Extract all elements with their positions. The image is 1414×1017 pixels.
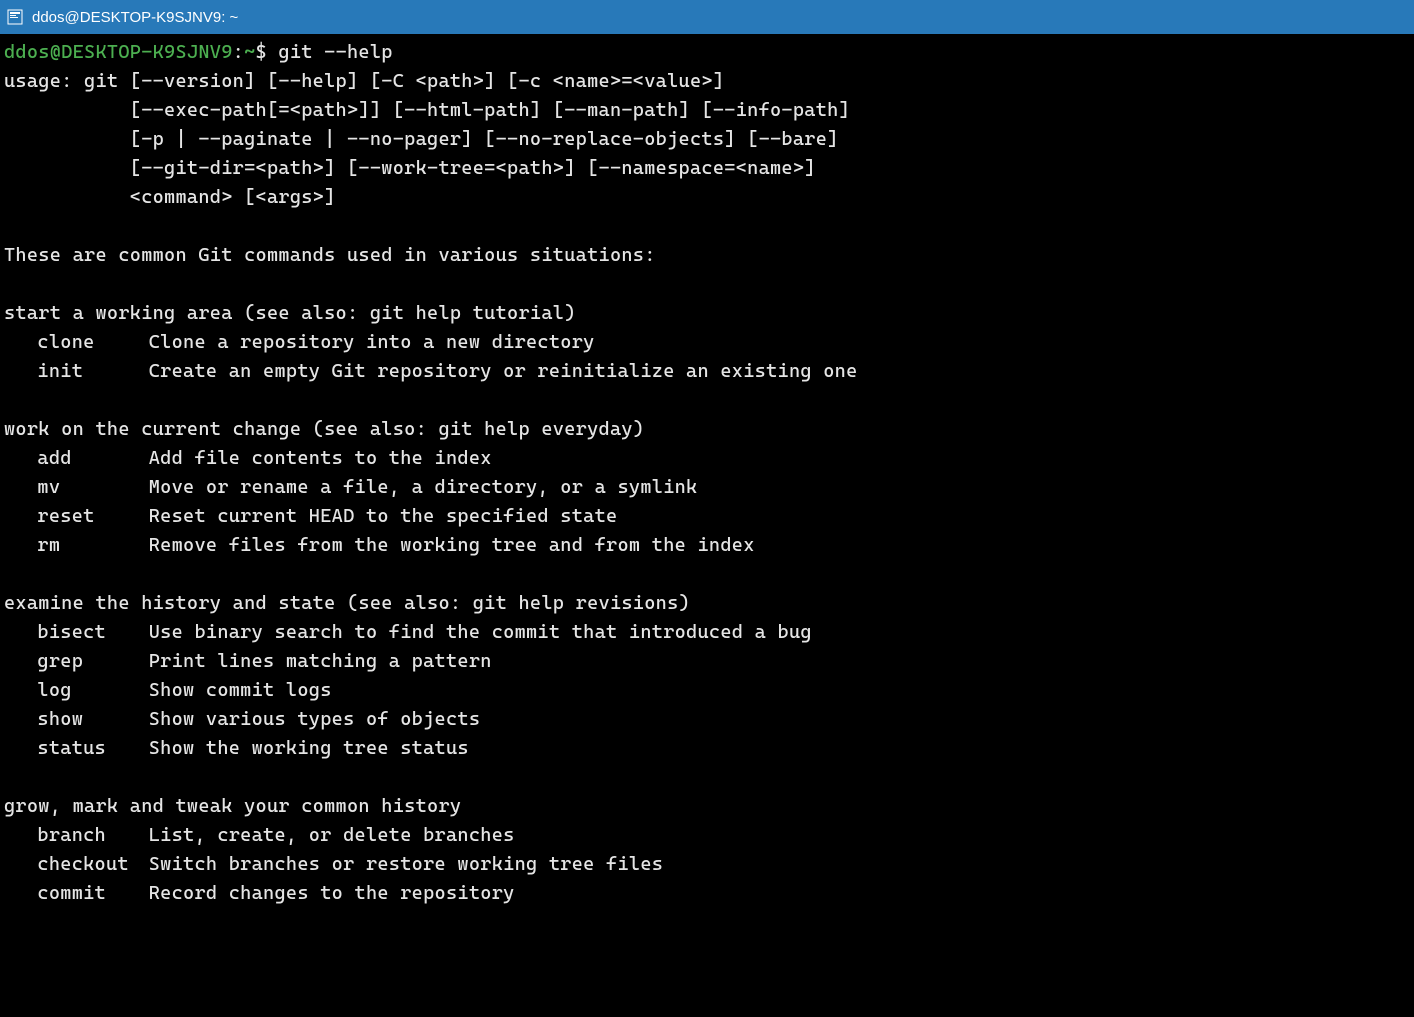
usage-line: usage: git [--version] [--help] [-C <pat… xyxy=(4,70,724,92)
git-command-desc: Remove files from the working tree and f… xyxy=(149,534,755,556)
git-command-name: clone xyxy=(37,328,148,357)
entered-command: git --help xyxy=(278,41,392,63)
section-heading: grow, mark and tweak your common history xyxy=(4,795,461,817)
git-command-name: branch xyxy=(37,821,148,850)
usage-line: [--exec-path[=<path>]] [--html-path] [--… xyxy=(4,99,850,121)
section-heading: start a working area (see also: git help… xyxy=(4,302,576,324)
git-command-name: log xyxy=(37,676,148,705)
git-command-desc: Create an empty Git repository or reinit… xyxy=(149,360,858,382)
usage-line: <command> [<args>] xyxy=(4,186,336,208)
prompt-path: ~ xyxy=(244,41,255,63)
git-command-name: bisect xyxy=(37,618,148,647)
git-command-desc: Show various types of objects xyxy=(149,708,481,730)
git-command-name: add xyxy=(37,444,148,473)
git-command-desc: Use binary search to find the commit tha… xyxy=(149,621,812,643)
git-command-name: commit xyxy=(37,879,148,908)
section-heading: examine the history and state (see also:… xyxy=(4,592,690,614)
prompt-user-host: ddos@DESKTOP-K9SJNV9 xyxy=(4,41,233,63)
git-command-desc: Switch branches or restore working tree … xyxy=(149,853,663,875)
section-heading: work on the current change (see also: gi… xyxy=(4,418,644,440)
git-command-name: grep xyxy=(37,647,148,676)
terminal-output[interactable]: ddos@DESKTOP-K9SJNV9:~$ git --help usage… xyxy=(0,34,1414,908)
git-command-desc: Record changes to the repository xyxy=(149,882,515,904)
git-command-desc: Show commit logs xyxy=(149,679,332,701)
git-command-desc: Show the working tree status xyxy=(149,737,469,759)
window-titlebar[interactable]: ddos@DESKTOP-K9SJNV9: ~ xyxy=(0,0,1414,34)
git-command-name: reset xyxy=(37,502,148,531)
git-command-name: checkout xyxy=(37,850,148,879)
prompt-colon: : xyxy=(233,41,244,63)
git-command-desc: Reset current HEAD to the specified stat… xyxy=(149,505,618,527)
git-command-name: show xyxy=(37,705,148,734)
git-command-name: mv xyxy=(37,473,148,502)
git-command-desc: Print lines matching a pattern xyxy=(149,650,492,672)
window-title: ddos@DESKTOP-K9SJNV9: ~ xyxy=(32,9,238,26)
git-command-name: rm xyxy=(37,531,148,560)
usage-line: [--git-dir=<path>] [--work-tree=<path>] … xyxy=(4,157,816,179)
prompt-dollar: $ xyxy=(256,41,267,63)
git-command-desc: Clone a repository into a new directory xyxy=(149,331,595,353)
terminal-icon xyxy=(6,8,24,26)
git-command-desc: Add file contents to the index xyxy=(149,447,492,469)
intro-text: These are common Git commands used in va… xyxy=(4,244,656,266)
git-command-desc: List, create, or delete branches xyxy=(149,824,515,846)
git-command-desc: Move or rename a file, a directory, or a… xyxy=(149,476,698,498)
usage-line: [-p | --paginate | --no-pager] [--no-rep… xyxy=(4,128,839,150)
git-command-name: init xyxy=(37,357,148,386)
git-command-name: status xyxy=(37,734,148,763)
